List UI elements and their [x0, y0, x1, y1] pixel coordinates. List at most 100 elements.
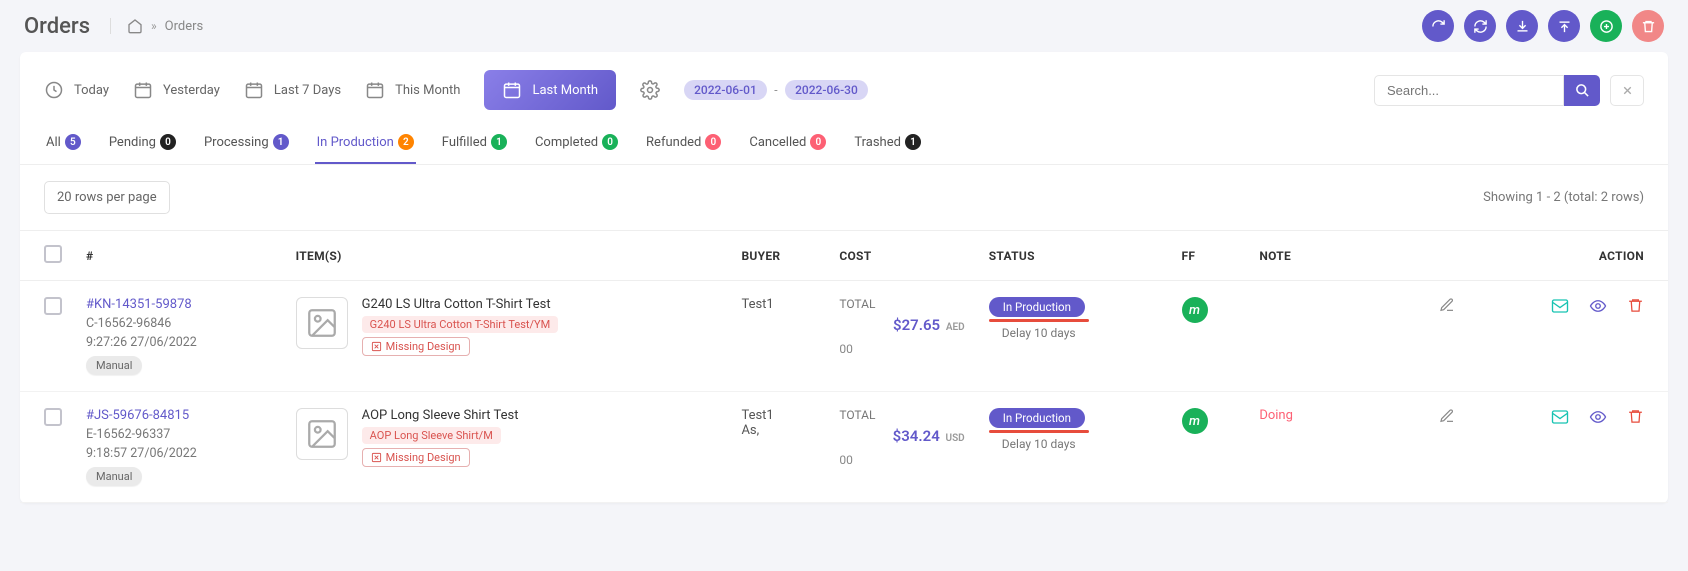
sync-button[interactable] [1464, 10, 1496, 42]
filter-yesterday[interactable]: Yesterday [133, 80, 220, 100]
note-edit-icon[interactable] [1439, 297, 1455, 313]
calendar-icon [244, 80, 264, 100]
status-tabs: All5 Pending0 Processing1 In Production2 Ful… [20, 122, 1668, 165]
cost-currency: AED [946, 322, 965, 333]
tab-trashed[interactable]: Trashed1 [852, 122, 923, 164]
breadcrumb-sep: » [151, 19, 157, 33]
order-link[interactable]: #KN-14351-59878 [86, 297, 272, 312]
item-name[interactable]: G240 LS Ultra Cotton T-Shirt Test [362, 297, 559, 312]
select-all-checkbox[interactable] [44, 245, 62, 263]
filter-last7[interactable]: Last 7 Days [244, 80, 341, 100]
table-row: #KN-14351-59878 C-16562-96846 9:27:26 27/0… [20, 281, 1668, 392]
order-source-badge: Manual [86, 356, 142, 375]
item-thumbnail[interactable] [296, 297, 348, 349]
col-id[interactable]: # [74, 231, 284, 281]
tab-count-badge: 0 [602, 134, 618, 150]
col-note[interactable]: NOTE [1247, 231, 1467, 281]
meta-row: 20 rows per page Showing 1 - 2 (total: 2… [20, 165, 1668, 230]
tab-in-production[interactable]: In Production2 [315, 122, 416, 164]
filter-last-month[interactable]: Last Month [484, 70, 616, 110]
date-from[interactable]: 2022-06-01 [684, 80, 767, 100]
missing-design-badge: Missing Design [362, 448, 470, 467]
tab-label: Refunded [646, 135, 701, 150]
trash-icon[interactable] [1627, 297, 1644, 315]
filter-label: Yesterday [163, 83, 220, 98]
buyer-name: Test1 [741, 297, 815, 312]
order-source-badge: Manual [86, 467, 142, 486]
cost-amount: $34.24 USD [839, 427, 964, 445]
cost-sub: 00 [839, 453, 964, 467]
calendar-icon [502, 80, 522, 100]
tab-count-badge: 1 [273, 134, 289, 150]
row-checkbox[interactable] [44, 408, 62, 426]
tab-label: Completed [535, 135, 598, 150]
mail-icon[interactable] [1551, 408, 1569, 426]
tab-label: In Production [317, 135, 394, 150]
tab-label: Cancelled [749, 135, 806, 150]
status-badge: In Production [989, 408, 1085, 428]
showing-text: Showing 1 - 2 (total: 2 rows) [1483, 190, 1644, 205]
download-button[interactable] [1506, 10, 1538, 42]
settings-icon[interactable] [640, 80, 660, 100]
search-button[interactable] [1564, 75, 1600, 106]
date-sep: - [774, 83, 777, 97]
tab-processing[interactable]: Processing1 [202, 122, 291, 164]
delay-text: Delay 10 days [989, 326, 1089, 340]
order-ref: C-16562-96846 [86, 316, 272, 331]
col-status[interactable]: STATUS [977, 231, 1170, 281]
item-name[interactable]: AOP Long Sleeve Shirt Test [362, 408, 519, 423]
tab-completed[interactable]: Completed 0 [533, 122, 620, 164]
rows-per-page-select[interactable]: 20 rows per page [44, 181, 170, 214]
close-icon [1621, 84, 1634, 97]
tab-count-badge: 1 [905, 134, 921, 150]
search-box [1374, 75, 1600, 106]
tab-fulfilled[interactable]: Fulfilled1 [440, 122, 509, 164]
date-to[interactable]: 2022-06-30 [785, 80, 868, 100]
filter-label: Today [74, 83, 109, 98]
date-toolbar: Today Yesterday Last 7 Days This Month L… [20, 52, 1668, 122]
order-time: 9:27:26 27/06/2022 [86, 335, 272, 350]
note-edit-icon[interactable] [1439, 408, 1455, 424]
calendar-icon [133, 80, 153, 100]
tab-count-badge: 0 [705, 134, 721, 150]
order-ref: E-16562-96337 [86, 427, 272, 442]
add-button[interactable] [1590, 10, 1622, 42]
ff-avatar[interactable]: m [1182, 297, 1208, 323]
tab-pending[interactable]: Pending0 [107, 122, 178, 164]
view-icon[interactable] [1589, 297, 1607, 315]
clock-icon [44, 80, 64, 100]
upload-button[interactable] [1548, 10, 1580, 42]
orders-table: # ITEM(S) BUYER COST STATUS FF NOTE ACTI… [20, 230, 1668, 503]
filter-this-month[interactable]: This Month [365, 80, 460, 100]
search-input[interactable] [1374, 75, 1564, 106]
ff-avatar[interactable]: m [1182, 408, 1208, 434]
delete-button[interactable] [1632, 10, 1664, 42]
toolbar-right [1374, 75, 1644, 106]
filter-today[interactable]: Today [44, 80, 109, 100]
header-actions [1422, 10, 1664, 42]
buyer-name: Test1 [741, 408, 815, 423]
col-cost[interactable]: COST [827, 231, 976, 281]
trash-icon[interactable] [1627, 408, 1644, 426]
refresh-button[interactable] [1422, 10, 1454, 42]
breadcrumb-current[interactable]: Orders [165, 19, 204, 34]
view-icon[interactable] [1589, 408, 1607, 426]
status-underline [989, 430, 1089, 433]
col-ff[interactable]: FF [1170, 231, 1248, 281]
tab-refunded[interactable]: Refunded 0 [644, 122, 723, 164]
mail-icon[interactable] [1551, 297, 1569, 315]
status-badge: In Production [989, 297, 1085, 317]
tab-all[interactable]: All5 [44, 122, 83, 164]
item-thumbnail[interactable] [296, 408, 348, 460]
tab-cancelled[interactable]: Cancelled 0 [747, 122, 828, 164]
search-icon [1575, 83, 1590, 98]
filter-label: Last Month [532, 83, 598, 98]
home-icon[interactable] [127, 18, 143, 34]
col-items[interactable]: ITEM(S) [284, 231, 730, 281]
buyer-detail: As, [741, 423, 815, 438]
col-buyer[interactable]: BUYER [729, 231, 827, 281]
tab-count-badge: 0 [810, 134, 826, 150]
order-link[interactable]: #JS-59676-84815 [86, 408, 272, 423]
row-checkbox[interactable] [44, 297, 62, 315]
close-button[interactable] [1610, 75, 1644, 106]
